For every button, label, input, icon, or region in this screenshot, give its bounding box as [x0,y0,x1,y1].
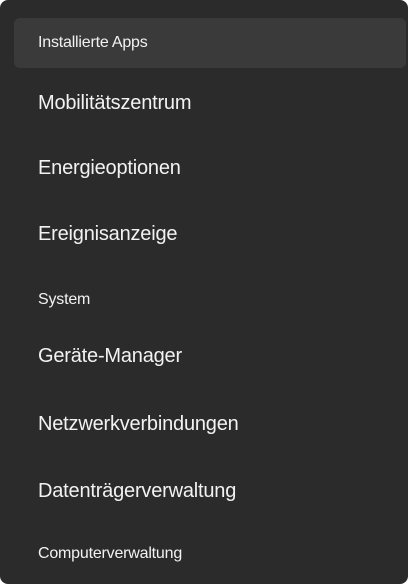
menu-item-disk-management[interactable]: Datenträgerverwaltung [14,468,406,514]
menu-item-network-connections[interactable]: Netzwerkverbindungen [14,401,406,447]
menu-item-installed-apps[interactable]: Installierte Apps [14,18,406,68]
menu-item-mobility-center[interactable]: Mobilitätszentrum [14,80,406,126]
menu-item-event-viewer[interactable]: Ereignisanzeige [14,211,406,257]
menu-item-computer-management[interactable]: Computerverwaltung [14,532,406,576]
context-menu: Installierte Apps Mobilitätszentrum Ener… [0,0,408,584]
menu-item-system[interactable]: System [14,278,406,322]
menu-item-power-options[interactable]: Energieoptionen [14,145,406,191]
menu-item-device-manager[interactable]: Geräte-Manager [14,333,406,379]
